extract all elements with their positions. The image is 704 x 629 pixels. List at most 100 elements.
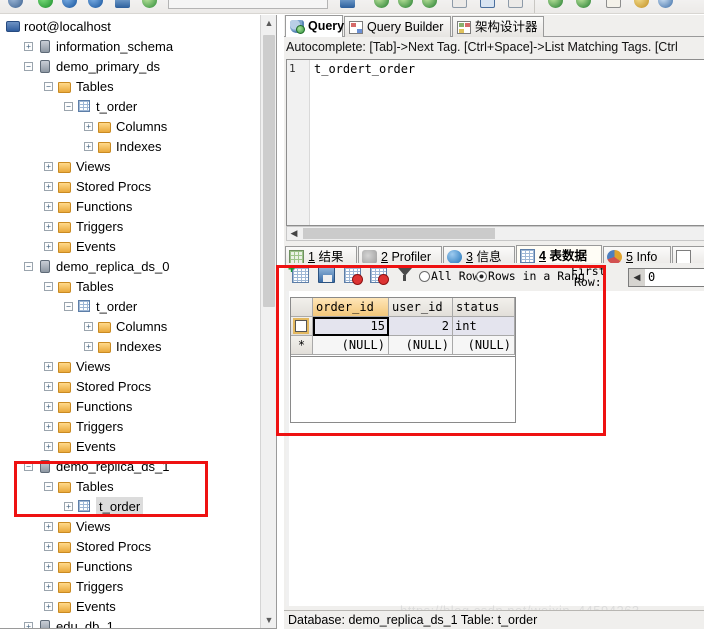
tree-node-tables[interactable]: − Tables xyxy=(0,277,260,297)
new-query-icon[interactable] xyxy=(38,0,53,8)
down-arrow3-icon[interactable] xyxy=(422,0,437,8)
column-header-status[interactable]: status xyxy=(453,298,515,317)
check-green-icon[interactable] xyxy=(548,0,563,8)
scroll-thumb[interactable] xyxy=(263,35,275,307)
tree-node-demo-replica-ds-0[interactable]: − demo_replica_ds_0 xyxy=(0,257,260,277)
tree-expander-icon[interactable]: − xyxy=(44,482,53,491)
down-arrow-icon[interactable] xyxy=(374,0,389,8)
tree-node-root-localhost[interactable]: root@localhost xyxy=(0,17,260,37)
tree-expander-icon[interactable]: + xyxy=(84,142,93,151)
editor-horizontal-scrollbar[interactable]: ◀ xyxy=(286,226,704,241)
tree-node-functions[interactable]: + Functions xyxy=(0,397,260,417)
tree-expander-icon[interactable]: + xyxy=(24,42,33,51)
stop-icon[interactable] xyxy=(88,0,103,8)
tree-expander-icon[interactable]: + xyxy=(44,582,53,591)
all-rows-radio-dot[interactable] xyxy=(419,271,430,282)
row-selector-cell[interactable] xyxy=(291,317,313,336)
query-tab-3[interactable]: 架构设计器 xyxy=(452,16,544,37)
first-row-value[interactable]: 0 xyxy=(648,270,655,284)
tree-expander-icon[interactable]: + xyxy=(44,222,53,231)
row-edit-checkbox-icon[interactable] xyxy=(295,320,307,332)
tree-node-edu-db-1[interactable]: + edu_db_1 xyxy=(0,617,260,628)
tree-expander-icon[interactable]: + xyxy=(84,342,93,351)
tree-expander-icon[interactable]: + xyxy=(44,362,53,371)
tree-node-views[interactable]: + Views xyxy=(0,517,260,537)
tree-node-triggers[interactable]: + Triggers xyxy=(0,217,260,237)
tree-expander-icon[interactable]: + xyxy=(44,602,53,611)
execute-icon[interactable] xyxy=(142,0,157,8)
tree-expander-icon[interactable]: + xyxy=(44,522,53,531)
tree-node-triggers[interactable]: + Triggers xyxy=(0,417,260,437)
tree-node-indexes[interactable]: + Indexes xyxy=(0,137,260,157)
tree-node-columns[interactable]: + Columns xyxy=(0,117,260,137)
sql-editor[interactable]: 1 t_ordert_order xyxy=(286,59,704,226)
tree-node-indexes[interactable]: + Indexes xyxy=(0,337,260,357)
add-row-icon[interactable] xyxy=(288,263,309,283)
tree-node-t-order[interactable]: − t_order xyxy=(0,97,260,117)
tree-node-tables[interactable]: − Tables xyxy=(0,77,260,97)
tree-node-views[interactable]: + Views xyxy=(0,157,260,177)
tree-expander-icon[interactable]: − xyxy=(64,302,73,311)
tree-node-columns[interactable]: + Columns xyxy=(0,317,260,337)
tree-node-demo-primary-ds[interactable]: − demo_primary_ds xyxy=(0,57,260,77)
scroll-up-icon[interactable]: ▲ xyxy=(261,15,276,32)
tree-node-functions[interactable]: + Functions xyxy=(0,197,260,217)
gear-icon[interactable] xyxy=(634,0,649,8)
data-cell[interactable]: (NULL) xyxy=(453,336,515,355)
column-header-order_id[interactable]: order_id xyxy=(313,298,389,317)
tree-node-events[interactable]: + Events xyxy=(0,597,260,617)
tree-node-events[interactable]: + Events xyxy=(0,237,260,257)
globe-icon[interactable] xyxy=(576,0,591,8)
tree-node-events[interactable]: + Events xyxy=(0,437,260,457)
back-icon[interactable] xyxy=(115,0,130,8)
tree-expander-icon[interactable]: − xyxy=(24,262,33,271)
database-tree[interactable]: root@localhost + information_schema − demo_p… xyxy=(0,17,260,628)
tree-expander-icon[interactable]: + xyxy=(44,402,53,411)
help-icon[interactable] xyxy=(658,0,673,8)
tree-expander-icon[interactable]: + xyxy=(44,422,53,431)
tree-expander-icon[interactable]: + xyxy=(44,242,53,251)
tree-expander-icon[interactable]: + xyxy=(44,542,53,551)
data-cell[interactable]: (NULL) xyxy=(389,336,453,355)
editor-code-text[interactable]: t_ordert_order xyxy=(314,62,415,76)
tree-expander-icon[interactable]: − xyxy=(44,282,53,291)
table-blue-icon[interactable] xyxy=(480,0,495,8)
tree-node-stored-procs[interactable]: + Stored Procs xyxy=(0,177,260,197)
range-rows-radio[interactable]: Rows in a Rang xyxy=(476,269,585,283)
forward-icon[interactable] xyxy=(340,0,355,8)
tree-expander-icon[interactable]: − xyxy=(24,62,33,71)
tree-expander-icon[interactable]: + xyxy=(44,442,53,451)
tree-vertical-scrollbar[interactable]: ▲ ▼ xyxy=(260,15,276,628)
scroll-left-icon[interactable]: ◀ xyxy=(287,227,301,240)
tree-expander-icon[interactable]: + xyxy=(84,322,93,331)
tree-node-demo-replica-ds-1[interactable]: − demo_replica_ds_1 xyxy=(0,457,260,477)
delete-all-rows-icon[interactable] xyxy=(370,267,389,285)
new-row-marker-cell[interactable]: * xyxy=(291,336,313,355)
save-data-icon[interactable] xyxy=(318,267,335,283)
tree-expander-icon[interactable]: + xyxy=(64,502,73,511)
tree-expander-icon[interactable]: + xyxy=(44,202,53,211)
tree-node-information-schema[interactable]: + information_schema xyxy=(0,37,260,57)
tree-node-t-order[interactable]: + t_order xyxy=(0,497,260,517)
tree-expander-icon[interactable]: + xyxy=(44,382,53,391)
tree-expander-icon[interactable]: + xyxy=(44,182,53,191)
tree-expander-icon[interactable]: − xyxy=(64,102,73,111)
table-icon[interactable] xyxy=(452,0,467,8)
column-header-user_id[interactable]: user_id xyxy=(389,298,453,317)
data-cell[interactable]: 2 xyxy=(389,317,453,336)
connect-icon[interactable] xyxy=(8,0,23,8)
data-grid-row[interactable]: * (NULL) (NULL) (NULL) xyxy=(291,336,515,355)
spinner-decrement-icon[interactable]: ◀ xyxy=(629,269,645,286)
data-grid[interactable]: order_id user_id status 15 2 int * (NULL) (NULL)… xyxy=(290,297,516,357)
query-tab-1[interactable]: Query xyxy=(285,15,344,37)
tree-expander-icon[interactable]: + xyxy=(24,622,33,628)
data-cell[interactable]: 15 xyxy=(313,317,389,336)
grid-icon[interactable] xyxy=(508,0,523,8)
tree-node-tables[interactable]: − Tables xyxy=(0,477,260,497)
filter-icon[interactable] xyxy=(398,268,413,282)
query-tab-bar[interactable]: Query Query Builder 架构设计器 xyxy=(284,15,704,37)
tree-node-functions[interactable]: + Functions xyxy=(0,557,260,577)
down-arrow2-icon[interactable] xyxy=(398,0,413,8)
tree-node-t-order[interactable]: − t_order xyxy=(0,297,260,317)
tree-expander-icon[interactable]: + xyxy=(44,162,53,171)
